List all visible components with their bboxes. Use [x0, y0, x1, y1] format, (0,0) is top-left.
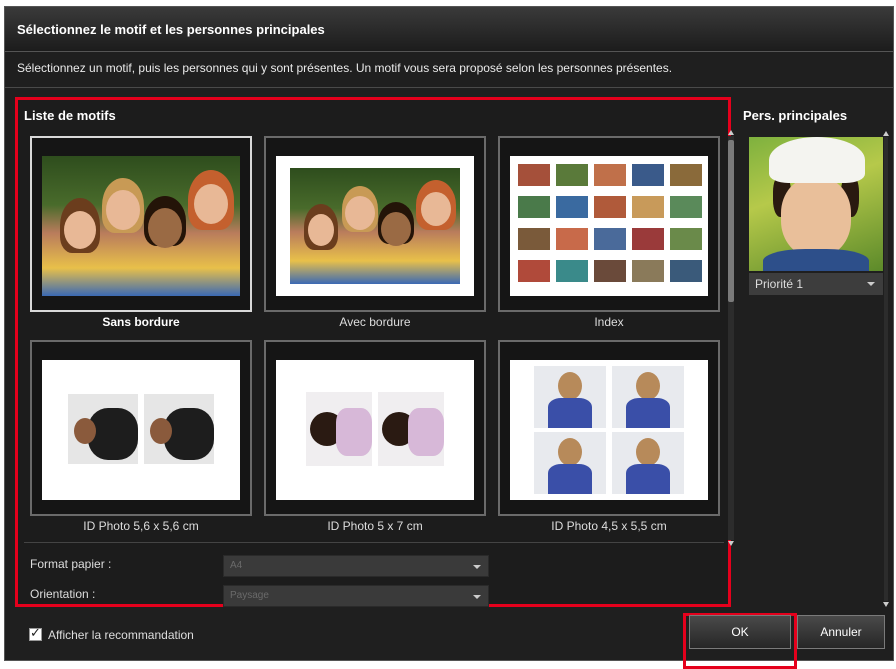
motif-scrollbar[interactable]	[728, 130, 734, 546]
motif-list-title: Liste de motifs	[24, 108, 116, 123]
motif-label: ID Photo 5,6 x 5,6 cm	[83, 519, 199, 533]
scroll-up-icon[interactable]	[883, 131, 889, 136]
paper-format-value: A4	[230, 560, 243, 571]
id-photo	[378, 392, 444, 466]
person-photo[interactable]	[749, 137, 883, 271]
motif-list-panel: Liste de motifs Sans bordure Avec bordur…	[15, 97, 734, 607]
priority-value: Priorité 1	[755, 277, 804, 291]
id-photo	[306, 392, 372, 466]
recommend-checkbox[interactable]	[29, 626, 42, 641]
motif-label: ID Photo 4,5 x 5,5 cm	[551, 519, 667, 533]
motif-tile-sans-bordure[interactable]	[30, 136, 252, 312]
title-bar: Sélectionnez le motif et les personnes p…	[5, 7, 893, 52]
motif-tile-avec-bordure[interactable]	[264, 136, 486, 312]
motif-label: Avec bordure	[339, 315, 411, 329]
instruction-text: Sélectionnez un motif, puis les personne…	[17, 61, 673, 75]
motif-tile-id-4555[interactable]	[498, 340, 720, 516]
orientation-value: Paysage	[230, 590, 269, 601]
motif-tile-id-57[interactable]	[264, 340, 486, 516]
id-photo	[68, 394, 138, 464]
motif-dialog: Sélectionnez le motif et les personnes p…	[4, 6, 894, 669]
scroll-down-icon[interactable]	[883, 602, 889, 607]
id-photo	[144, 394, 214, 464]
paper-format-label: Format papier :	[30, 557, 112, 571]
divider	[5, 87, 893, 88]
motif-label: Index	[594, 315, 624, 329]
cancel-button[interactable]: Annuler	[797, 615, 885, 649]
chevron-down-icon	[473, 595, 481, 599]
motif-tile-id-56[interactable]	[30, 340, 252, 516]
id-photo	[534, 366, 606, 428]
motif-label: ID Photo 5 x 7 cm	[327, 519, 423, 533]
orientation-select[interactable]: Paysage	[223, 585, 489, 607]
scroll-down-icon[interactable]	[728, 541, 734, 546]
index-sheet	[510, 156, 708, 296]
scroll-thumb[interactable]	[728, 140, 734, 302]
persons-scrollbar[interactable]	[883, 131, 889, 607]
paper-format-select[interactable]: A4	[223, 555, 489, 577]
motif-label: Sans bordure	[102, 315, 180, 329]
motif-tile-index[interactable]	[498, 136, 720, 312]
id-photo	[612, 366, 684, 428]
id-photo	[612, 432, 684, 494]
recommend-label: Afficher la recommandation	[48, 628, 194, 642]
chevron-down-icon	[867, 282, 875, 286]
ok-button[interactable]: OK	[689, 615, 791, 649]
scroll-up-icon[interactable]	[728, 130, 734, 135]
persons-title: Pers. principales	[743, 108, 848, 123]
chevron-down-icon	[473, 565, 481, 569]
dialog-title: Sélectionnez le motif et les personnes p…	[17, 22, 325, 37]
id-photo	[534, 432, 606, 494]
priority-select[interactable]: Priorité 1	[749, 273, 883, 295]
kids-photo	[42, 156, 240, 296]
orientation-label: Orientation :	[30, 587, 96, 601]
divider	[24, 542, 724, 543]
kids-photo	[290, 168, 460, 284]
